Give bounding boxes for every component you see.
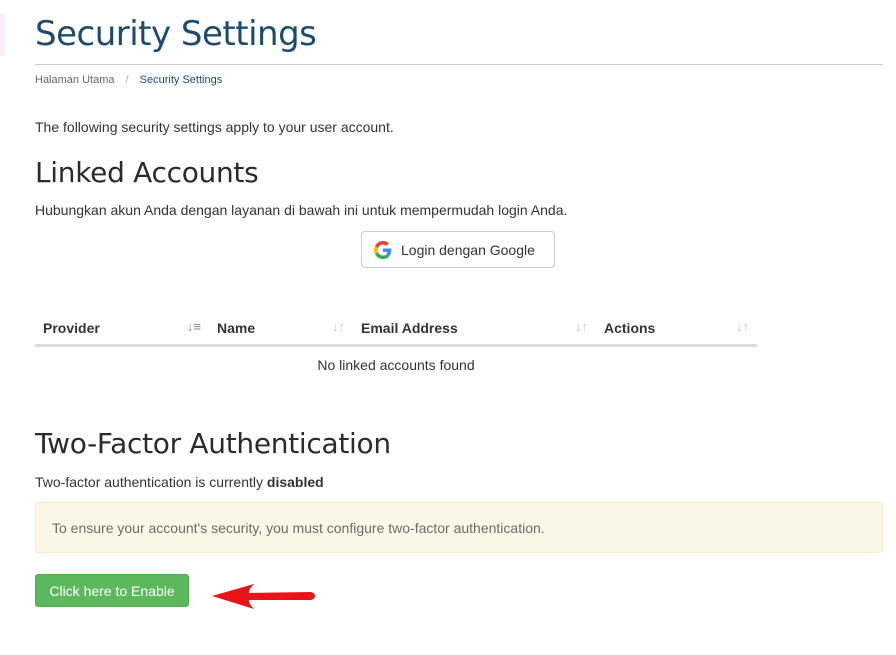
alert-message: To ensure your account's security, you m… [52, 519, 545, 536]
left-edge-accent [0, 14, 5, 56]
column-header-actions[interactable]: Actions ↓↑ [596, 311, 757, 344]
column-header-provider[interactable]: Provider ↓≡ [35, 311, 209, 344]
linked-accounts-table: Provider ↓≡ Name ↓↑ Email Address ↓↑ Act… [35, 311, 757, 383]
column-header-name[interactable]: Name ↓↑ [209, 311, 353, 344]
sort-ascending-icon: ↓≡ [186, 319, 201, 334]
column-header-email[interactable]: Email Address ↓↑ [353, 311, 596, 344]
column-label: Actions [604, 319, 656, 336]
google-login-button[interactable]: Login dengan Google [361, 231, 555, 268]
sort-icon: ↓↑ [575, 319, 588, 334]
page-title: Security Settings [35, 14, 317, 54]
security-settings-page: Security Settings Halaman Utama / Securi… [0, 0, 896, 655]
column-label: Name [217, 319, 256, 336]
security-warning-alert: To ensure your account's security, you m… [35, 502, 883, 553]
two-factor-heading: Two-Factor Authentication [35, 427, 391, 460]
breadcrumb-separator: / [125, 74, 129, 86]
linked-accounts-heading: Linked Accounts [35, 156, 259, 189]
table-header: Provider ↓≡ Name ↓↑ Email Address ↓↑ Act… [35, 311, 757, 347]
sort-icon: ↓↑ [332, 319, 345, 334]
two-factor-status-text: Two-factor authentication is currently [35, 474, 263, 490]
breadcrumb-home-link[interactable]: Halaman Utama [35, 74, 114, 86]
red-arrow-left-icon [212, 584, 315, 609]
title-divider [35, 64, 883, 65]
google-login-label: Login dengan Google [401, 241, 535, 258]
two-factor-status: Two-factor authentication is currently d… [35, 474, 324, 490]
two-factor-status-value: disabled [266, 474, 324, 490]
google-icon [374, 240, 392, 259]
column-label: Email Address [361, 319, 458, 336]
linked-accounts-description: Hubungkan akun Anda dengan layanan di ba… [35, 202, 568, 218]
column-label: Provider [43, 319, 100, 336]
enable-two-factor-button[interactable]: Click here to Enable [35, 574, 189, 607]
sort-icon: ↓↑ [736, 319, 749, 334]
breadcrumb: Halaman Utama / Security Settings [35, 74, 222, 86]
intro-text: The following security settings apply to… [35, 119, 394, 135]
breadcrumb-current: Security Settings [139, 74, 223, 86]
table-empty-message: No linked accounts found [317, 357, 475, 373]
